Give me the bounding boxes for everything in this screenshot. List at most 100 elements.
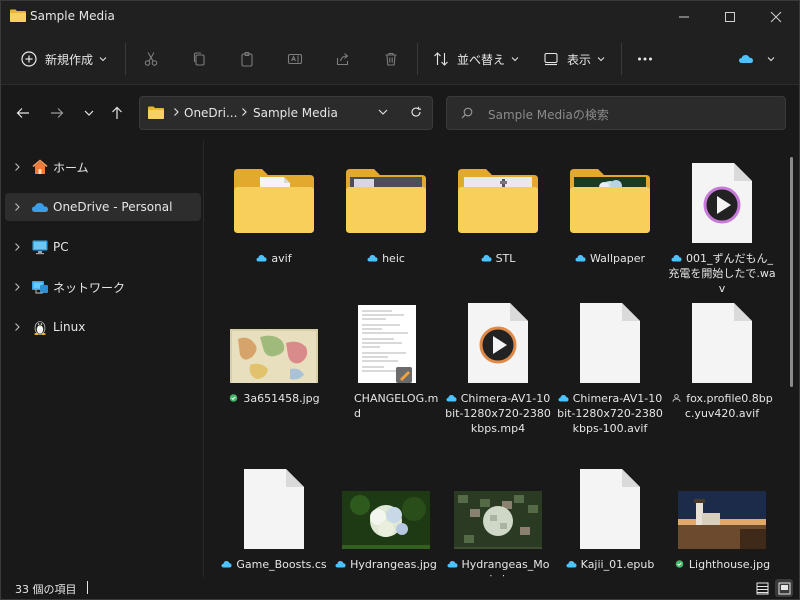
file-name: Chimera-AV1-10bit-1280x720-2380kbps.mp4 [445, 392, 551, 435]
file-name: Wallpaper [556, 251, 664, 266]
up-button[interactable] [105, 101, 129, 125]
sort-label: 並べ替え [457, 52, 506, 67]
file-item[interactable]: Kajii_01.epub [554, 455, 666, 577]
refresh-icon[interactable] [410, 106, 422, 118]
chevron-right-icon[interactable] [13, 202, 21, 212]
file-item[interactable]: CHANGELOG.md [330, 289, 442, 439]
file-item[interactable]: heic [330, 149, 442, 299]
file-item[interactable]: Game_Boosts.csv [218, 455, 330, 577]
file-item[interactable]: 3a651458.jpg [218, 289, 330, 439]
onedrive-button[interactable] [737, 45, 775, 73]
address-bar[interactable]: OneDri... Sample Media [139, 96, 433, 130]
network-icon [32, 281, 48, 294]
recent-locations-button[interactable] [77, 101, 101, 125]
view-button[interactable]: 表示 [543, 45, 605, 73]
cloud-icon [481, 255, 492, 262]
maximize-button[interactable] [707, 1, 753, 33]
folder-icon [234, 169, 314, 233]
sort-button[interactable]: 並べ替え [433, 45, 519, 73]
file-name: avif [220, 251, 328, 266]
file-item[interactable]: 001_ずんだもん_充電を開始したで.wav [666, 149, 778, 299]
chevron-down-icon [597, 57, 605, 62]
search-box[interactable]: Sample Mediaの検索 [446, 96, 786, 130]
copy-button[interactable] [191, 45, 207, 73]
lighthouse-image-thumbnail [678, 491, 766, 549]
sidebar-item-pc[interactable]: PC [5, 233, 201, 261]
command-bar: 新規作成 並べ替え 表示 [1, 33, 799, 85]
cut-icon [144, 52, 158, 66]
breadcrumb-sample-media[interactable]: Sample Media [253, 106, 338, 120]
file-item[interactable]: STL [442, 149, 554, 299]
paste-button[interactable] [239, 45, 255, 73]
file-item[interactable]: fox.profile0.8bpc.yuv420.avif [666, 289, 778, 439]
cloud-icon [566, 561, 577, 568]
cloud-icon [221, 561, 232, 568]
details-view-button[interactable] [753, 579, 771, 597]
separator [125, 43, 126, 75]
file-name: Game_Boosts.csv [220, 557, 328, 577]
flower-image-thumbnail [342, 491, 430, 549]
file-item[interactable]: Lighthouse.jpg [666, 455, 778, 577]
separator [417, 43, 418, 75]
mosaic-image-thumbnail [454, 491, 542, 549]
pc-icon [32, 240, 48, 255]
cloud-icon [447, 561, 458, 568]
chevron-right-icon[interactable] [13, 162, 21, 172]
file-name: Lighthouse.jpg [668, 557, 776, 572]
share-icon [336, 53, 349, 66]
large-icons-view-button[interactable] [775, 579, 793, 597]
sidebar-item-linux[interactable]: Linux [5, 313, 201, 341]
status-bar: 33 個の項目 [1, 577, 799, 599]
chevron-down-icon[interactable] [378, 108, 388, 116]
sidebar-item-home[interactable]: ホーム [5, 153, 201, 181]
file-item[interactable]: Wallpaper [554, 149, 666, 299]
blank-file-icon [580, 469, 640, 549]
chevron-right-icon[interactable] [13, 242, 21, 252]
file-item[interactable]: avif [218, 149, 330, 299]
chevron-down-icon [84, 110, 94, 116]
cloud-icon [32, 203, 48, 212]
file-item[interactable]: Hydrangeas_Mosaic.jpg [442, 455, 554, 577]
file-name: Kajii_01.epub [556, 557, 664, 572]
cut-button[interactable] [143, 45, 159, 73]
cloud-icon [446, 395, 457, 402]
view-icon [544, 52, 558, 66]
back-button[interactable] [11, 101, 35, 125]
blank-file-icon [244, 469, 304, 549]
chevron-right-icon[interactable] [13, 282, 21, 292]
cloud-icon [558, 395, 569, 402]
chevron-right-icon [242, 108, 247, 116]
close-icon [770, 11, 782, 23]
forward-button[interactable] [45, 101, 69, 125]
more-button[interactable] [637, 45, 653, 73]
window-title: Sample Media [30, 9, 115, 23]
linux-icon [34, 321, 46, 335]
rename-button[interactable] [287, 45, 303, 73]
paste-icon [241, 51, 253, 67]
folder-icon [346, 169, 426, 233]
new-label: 新規作成 [45, 52, 94, 67]
breadcrumb-onedrive[interactable]: OneDri... [184, 106, 237, 120]
chevron-right-icon[interactable] [13, 322, 21, 332]
delete-button[interactable] [383, 45, 399, 73]
separator [621, 43, 622, 75]
shared-person-icon [672, 394, 681, 402]
file-name: Hydrangeas.jpg [332, 557, 440, 572]
share-button[interactable] [335, 45, 351, 73]
sidebar-item-onedrive[interactable]: OneDrive - Personal [5, 193, 201, 221]
file-item[interactable]: Chimera-AV1-10bit-1280x720-2380kbps-100.… [554, 289, 666, 439]
file-item[interactable]: Chimera-AV1-10bit-1280x720-2380kbps.mp4 [442, 289, 554, 439]
arrow-left-icon [16, 108, 29, 118]
file-item[interactable]: Hydrangeas.jpg [330, 455, 442, 577]
sidebar-item-network[interactable]: ネットワーク [5, 273, 201, 301]
close-button[interactable] [753, 1, 799, 33]
minimize-button[interactable] [661, 1, 707, 33]
maximize-icon [725, 12, 735, 22]
media-file-icon [692, 163, 752, 243]
folder-icon [148, 106, 164, 119]
folder-icon [10, 9, 26, 22]
copy-icon [193, 52, 205, 66]
arrow-up-icon [112, 106, 122, 119]
new-button[interactable]: 新規作成 [21, 45, 107, 73]
vertical-scrollbar[interactable] [790, 157, 793, 387]
